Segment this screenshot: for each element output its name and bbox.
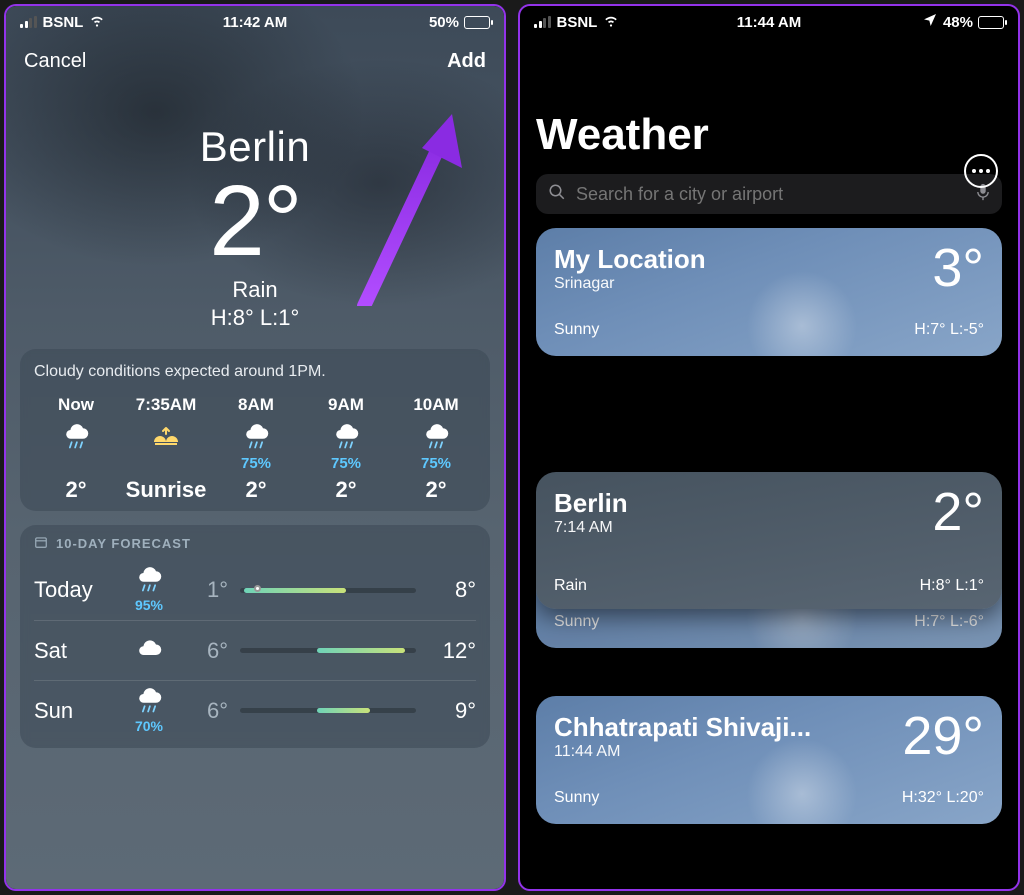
rain-icon: [214, 421, 298, 453]
day-high: 12°: [428, 638, 476, 664]
temp-range-bar: [240, 708, 416, 713]
day-row[interactable]: Sun70%6° 9°: [34, 680, 476, 740]
battery-icon: [464, 16, 490, 29]
page-title: Weather: [536, 110, 1002, 160]
city-sub: Srinagar: [554, 275, 706, 293]
battery-icon: [978, 16, 1004, 29]
city-hilo: H:7° L:-5°: [914, 321, 984, 339]
hour-precip: 75%: [304, 455, 388, 473]
rain-icon: 70%: [118, 688, 180, 734]
hourly-item: Now 2°: [34, 395, 118, 503]
calendar-icon: [34, 535, 48, 552]
hero-condition: Rain: [6, 277, 504, 303]
phone-left: BSNL 11:42 AM 50% Cancel Add Berlin 2° R…: [4, 4, 506, 891]
temp-range-bar: [240, 648, 416, 653]
rain-icon: [304, 421, 388, 453]
city-temp: 3°: [932, 244, 984, 293]
city-sub: 7:14 AM: [554, 519, 628, 537]
city-name: Berlin: [554, 488, 628, 519]
ten-day-title: 10-DAY FORECAST: [56, 536, 191, 551]
hour-precip: 75%: [394, 455, 476, 473]
hourly-item: 10AM 75% 2°: [394, 395, 476, 503]
rain-icon: 95%: [118, 567, 180, 613]
phone-right: BSNL 11:44 AM 48% Weather My Location Sr…: [518, 4, 1020, 891]
city-sub: 11:44 AM: [554, 743, 811, 761]
rain-icon: [34, 421, 118, 453]
hour-precip: [124, 455, 208, 473]
hero-temp: 2°: [6, 171, 504, 271]
hero-hilo: H:8° L:1°: [6, 305, 504, 331]
city-temp: 29°: [902, 712, 984, 761]
hour-label: Now: [34, 395, 118, 415]
day-low: 6°: [180, 698, 228, 724]
city-name: Chhatrapati Shivaji...: [554, 712, 811, 743]
status-time: 11:44 AM: [520, 14, 1018, 31]
city-hilo: H:8° L:1°: [920, 577, 984, 595]
hourly-forecast-card[interactable]: Cloudy conditions expected around 1PM. N…: [20, 349, 490, 511]
city-condition: Sunny: [554, 789, 599, 807]
search-input[interactable]: [576, 184, 966, 205]
day-precip: 70%: [118, 718, 180, 734]
hour-label: 10AM: [394, 395, 476, 415]
hour-precip: [34, 455, 118, 473]
day-row[interactable]: Sat 6° 12°: [34, 620, 476, 680]
day-name: Sun: [34, 698, 118, 724]
hour-value: Sunrise: [124, 477, 208, 503]
hour-value: 2°: [394, 477, 476, 503]
hourly-summary: Cloudy conditions expected around 1PM.: [34, 363, 476, 381]
search-icon: [548, 183, 566, 206]
hour-value: 2°: [34, 477, 118, 503]
rain-icon: [394, 421, 476, 453]
day-row[interactable]: Today95%1° 8°: [34, 560, 476, 620]
city-temp: 2°: [932, 488, 984, 537]
city-condition: Rain: [554, 577, 587, 595]
cloud-icon: [118, 638, 180, 664]
day-name: Today: [34, 577, 118, 603]
day-low: 6°: [180, 638, 228, 664]
city-name: My Location: [554, 244, 706, 275]
city-condition: Sunny: [554, 613, 599, 631]
hourly-item: 9AM 75% 2°: [304, 395, 388, 503]
ten-day-forecast-card[interactable]: 10-DAY FORECAST Today95%1° 8° Sat 6° 12° Sun7…: [20, 525, 490, 748]
city-hilo: H:7° L:-6°: [914, 613, 984, 631]
weather-hero: Berlin 2° Rain H:8° L:1°: [6, 123, 504, 331]
day-precip: 95%: [118, 597, 180, 613]
hour-label: 9AM: [304, 395, 388, 415]
temp-range-bar: [240, 588, 416, 593]
status-bar: BSNL 11:42 AM 50%: [6, 6, 504, 38]
status-time: 11:42 AM: [6, 14, 504, 31]
day-high: 9°: [428, 698, 476, 724]
status-bar: BSNL 11:44 AM 48%: [520, 6, 1018, 38]
hour-precip: 75%: [214, 455, 298, 473]
sunrise-icon: [124, 421, 208, 453]
hour-label: 7:35AM: [124, 395, 208, 415]
more-menu-button[interactable]: [964, 154, 998, 188]
day-name: Sat: [34, 638, 118, 664]
hourly-item: 8AM 75% 2°: [214, 395, 298, 503]
day-high: 8°: [428, 577, 476, 603]
city-card-berlin[interactable]: Berlin 7:14 AM 2° Rain H:8° L:1°: [536, 472, 1002, 609]
hour-value: 2°: [304, 477, 388, 503]
hour-value: 2°: [214, 477, 298, 503]
hour-label: 8AM: [214, 395, 298, 415]
city-hilo: H:32° L:20°: [902, 789, 984, 807]
hero-city: Berlin: [6, 123, 504, 171]
city-card-mylocation[interactable]: My Location Srinagar 3° Sunny H:7° L:-5°: [536, 228, 1002, 356]
city-card-mumbai[interactable]: Chhatrapati Shivaji... 11:44 AM 29° Sunn…: [536, 696, 1002, 824]
day-low: 1°: [180, 577, 228, 603]
add-button[interactable]: Add: [447, 50, 486, 73]
city-condition: Sunny: [554, 321, 599, 339]
cancel-button[interactable]: Cancel: [24, 50, 86, 73]
search-field[interactable]: [536, 174, 1002, 214]
hourly-item: 7:35AM Sunrise: [124, 395, 208, 503]
